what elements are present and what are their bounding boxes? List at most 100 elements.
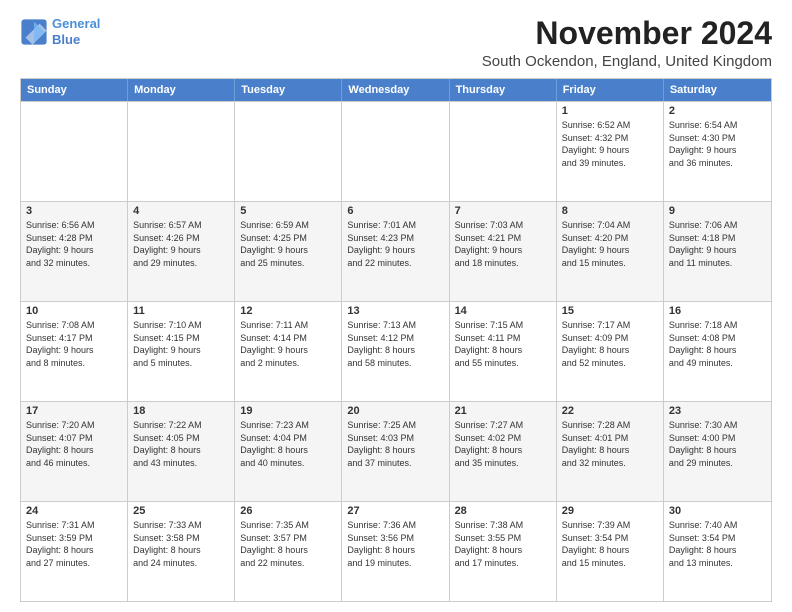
- day-number: 14: [455, 305, 551, 317]
- calendar-body: 1 Sunrise: 6:52 AM Sunset: 4:32 PM Daylig…: [21, 101, 771, 601]
- day-cell-19: 19 Sunrise: 7:23 AM Sunset: 4:04 PM Dayli…: [235, 402, 342, 501]
- day-number: 24: [26, 505, 122, 517]
- day-number: 26: [240, 505, 336, 517]
- day-number: 2: [669, 105, 766, 117]
- location-title: South Ockendon, England, United Kingdom: [482, 53, 772, 70]
- empty-cell-r0-c4: [450, 102, 557, 201]
- day-cell-15: 15Sunrise: 7:17 AM Sunset: 4:09 PM Dayli…: [557, 302, 664, 401]
- day-number: 8: [562, 205, 658, 217]
- day-info: Sunrise: 6:54 AM Sunset: 4:30 PM Dayligh…: [669, 119, 766, 169]
- day-cell-16: 16 Sunrise: 7:18 AM Sunset: 4:08 PM Dayli…: [664, 302, 771, 401]
- logo: General Blue: [20, 16, 100, 47]
- logo-text: General Blue: [52, 16, 100, 47]
- day-cell-8: 8Sunrise: 7:04 AM Sunset: 4:20 PM Daylig…: [557, 202, 664, 301]
- day-cell-13: 13Sunrise: 7:13 AM Sunset: 4:12 PM Dayli…: [342, 302, 449, 401]
- day-info: Sunrise: 7:25 AM Sunset: 4:03 PM Dayligh…: [347, 419, 443, 469]
- day-number: 17: [26, 405, 122, 417]
- day-cell-25: 25Sunrise: 7:33 AM Sunset: 3:58 PM Dayli…: [128, 502, 235, 601]
- calendar-row-4: 24 Sunrise: 7:31 AM Sunset: 3:59 PM Dayli…: [21, 501, 771, 601]
- day-number: 1: [562, 105, 658, 117]
- day-number: 30: [669, 505, 766, 517]
- day-cell-7: 7Sunrise: 7:03 AM Sunset: 4:21 PM Daylig…: [450, 202, 557, 301]
- day-info: Sunrise: 6:59 AM Sunset: 4:25 PM Dayligh…: [240, 219, 336, 269]
- calendar-row-3: 17 Sunrise: 7:20 AM Sunset: 4:07 PM Dayli…: [21, 401, 771, 501]
- day-number: 15: [562, 305, 658, 317]
- day-info: Sunrise: 7:38 AM Sunset: 3:55 PM Dayligh…: [455, 519, 551, 569]
- day-cell-24: 24 Sunrise: 7:31 AM Sunset: 3:59 PM Dayli…: [21, 502, 128, 601]
- logo-line2: Blue: [52, 32, 80, 47]
- day-cell-12: 12Sunrise: 7:11 AM Sunset: 4:14 PM Dayli…: [235, 302, 342, 401]
- header-day-friday: Friday: [557, 79, 664, 101]
- day-info: Sunrise: 7:40 AM Sunset: 3:54 PM Dayligh…: [669, 519, 766, 569]
- day-cell-9: 9Sunrise: 7:06 AM Sunset: 4:18 PM Daylig…: [664, 202, 771, 301]
- day-number: 7: [455, 205, 551, 217]
- day-cell-17: 17 Sunrise: 7:20 AM Sunset: 4:07 PM Dayli…: [21, 402, 128, 501]
- day-number: 5: [240, 205, 336, 217]
- logo-icon: [20, 18, 48, 46]
- logo-line1: General: [52, 16, 100, 31]
- day-cell-28: 28 Sunrise: 7:38 AM Sunset: 3:55 PM Dayli…: [450, 502, 557, 601]
- day-info: Sunrise: 7:23 AM Sunset: 4:04 PM Dayligh…: [240, 419, 336, 469]
- day-cell-27: 27Sunrise: 7:36 AM Sunset: 3:56 PM Dayli…: [342, 502, 449, 601]
- day-number: 29: [562, 505, 658, 517]
- day-number: 16: [669, 305, 766, 317]
- day-info: Sunrise: 6:56 AM Sunset: 4:28 PM Dayligh…: [26, 219, 122, 269]
- day-cell-5: 5 Sunrise: 6:59 AM Sunset: 4:25 PM Daylig…: [235, 202, 342, 301]
- header-day-sunday: Sunday: [21, 79, 128, 101]
- day-info: Sunrise: 7:10 AM Sunset: 4:15 PM Dayligh…: [133, 319, 229, 369]
- calendar-row-2: 10 Sunrise: 7:08 AM Sunset: 4:17 PM Dayli…: [21, 301, 771, 401]
- day-info: Sunrise: 7:28 AM Sunset: 4:01 PM Dayligh…: [562, 419, 658, 469]
- day-number: 18: [133, 405, 229, 417]
- calendar: SundayMondayTuesdayWednesdayThursdayFrid…: [20, 78, 772, 602]
- day-info: Sunrise: 7:36 AM Sunset: 3:56 PM Dayligh…: [347, 519, 443, 569]
- calendar-row-1: 3 Sunrise: 6:56 AM Sunset: 4:28 PM Daylig…: [21, 201, 771, 301]
- day-info: Sunrise: 7:27 AM Sunset: 4:02 PM Dayligh…: [455, 419, 551, 469]
- day-info: Sunrise: 7:15 AM Sunset: 4:11 PM Dayligh…: [455, 319, 551, 369]
- day-info: Sunrise: 6:57 AM Sunset: 4:26 PM Dayligh…: [133, 219, 229, 269]
- day-cell-20: 20 Sunrise: 7:25 AM Sunset: 4:03 PM Dayli…: [342, 402, 449, 501]
- header-day-thursday: Thursday: [450, 79, 557, 101]
- day-number: 23: [669, 405, 766, 417]
- day-info: Sunrise: 7:01 AM Sunset: 4:23 PM Dayligh…: [347, 219, 443, 269]
- day-info: Sunrise: 7:39 AM Sunset: 3:54 PM Dayligh…: [562, 519, 658, 569]
- day-number: 6: [347, 205, 443, 217]
- day-info: Sunrise: 7:18 AM Sunset: 4:08 PM Dayligh…: [669, 319, 766, 369]
- day-info: Sunrise: 7:22 AM Sunset: 4:05 PM Dayligh…: [133, 419, 229, 469]
- day-info: Sunrise: 7:11 AM Sunset: 4:14 PM Dayligh…: [240, 319, 336, 369]
- day-number: 28: [455, 505, 551, 517]
- day-number: 19: [240, 405, 336, 417]
- day-number: 25: [133, 505, 229, 517]
- day-number: 20: [347, 405, 443, 417]
- day-cell-6: 6 Sunrise: 7:01 AM Sunset: 4:23 PM Daylig…: [342, 202, 449, 301]
- day-cell-29: 29 Sunrise: 7:39 AM Sunset: 3:54 PM Dayli…: [557, 502, 664, 601]
- day-info: Sunrise: 7:35 AM Sunset: 3:57 PM Dayligh…: [240, 519, 336, 569]
- day-number: 9: [669, 205, 766, 217]
- day-info: Sunrise: 7:13 AM Sunset: 4:12 PM Dayligh…: [347, 319, 443, 369]
- month-title: November 2024: [482, 16, 772, 51]
- header: General Blue November 2024 South Ockendo…: [20, 16, 772, 70]
- header-day-saturday: Saturday: [664, 79, 771, 101]
- empty-cell-r0-c0: [21, 102, 128, 201]
- day-info: Sunrise: 7:31 AM Sunset: 3:59 PM Dayligh…: [26, 519, 122, 569]
- day-cell-10: 10 Sunrise: 7:08 AM Sunset: 4:17 PM Dayli…: [21, 302, 128, 401]
- day-cell-1: 1 Sunrise: 6:52 AM Sunset: 4:32 PM Daylig…: [557, 102, 664, 201]
- day-cell-11: 11 Sunrise: 7:10 AM Sunset: 4:15 PM Dayli…: [128, 302, 235, 401]
- day-number: 10: [26, 305, 122, 317]
- page: General Blue November 2024 South Ockendo…: [0, 0, 792, 612]
- day-info: Sunrise: 7:30 AM Sunset: 4:00 PM Dayligh…: [669, 419, 766, 469]
- calendar-row-0: 1 Sunrise: 6:52 AM Sunset: 4:32 PM Daylig…: [21, 101, 771, 201]
- day-info: Sunrise: 7:08 AM Sunset: 4:17 PM Dayligh…: [26, 319, 122, 369]
- day-cell-3: 3 Sunrise: 6:56 AM Sunset: 4:28 PM Daylig…: [21, 202, 128, 301]
- day-number: 3: [26, 205, 122, 217]
- header-day-tuesday: Tuesday: [235, 79, 342, 101]
- day-cell-26: 26 Sunrise: 7:35 AM Sunset: 3:57 PM Dayli…: [235, 502, 342, 601]
- day-cell-2: 2 Sunrise: 6:54 AM Sunset: 4:30 PM Daylig…: [664, 102, 771, 201]
- day-number: 4: [133, 205, 229, 217]
- day-number: 11: [133, 305, 229, 317]
- day-cell-14: 14 Sunrise: 7:15 AM Sunset: 4:11 PM Dayli…: [450, 302, 557, 401]
- day-info: Sunrise: 6:52 AM Sunset: 4:32 PM Dayligh…: [562, 119, 658, 169]
- day-info: Sunrise: 7:20 AM Sunset: 4:07 PM Dayligh…: [26, 419, 122, 469]
- title-block: November 2024 South Ockendon, England, U…: [482, 16, 772, 70]
- header-day-monday: Monday: [128, 79, 235, 101]
- day-cell-4: 4 Sunrise: 6:57 AM Sunset: 4:26 PM Daylig…: [128, 202, 235, 301]
